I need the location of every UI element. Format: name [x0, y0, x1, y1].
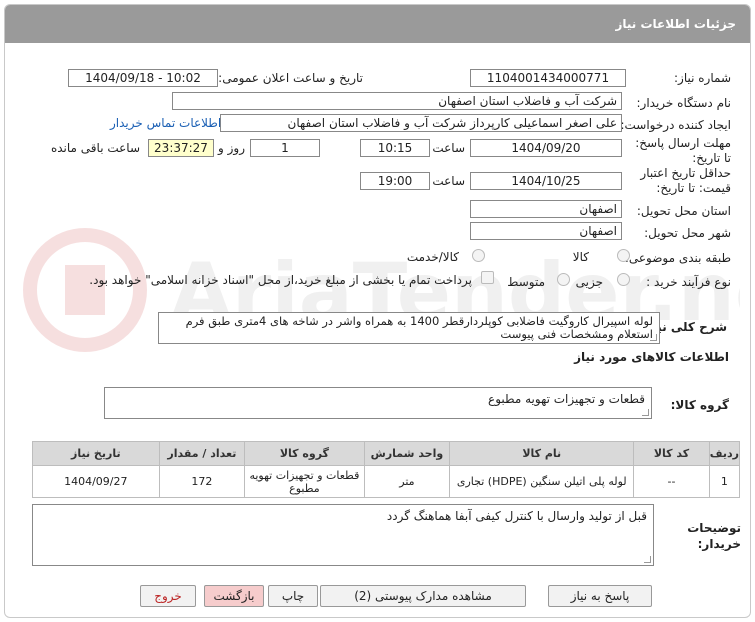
buyer-contact-link[interactable]: اطلاعات تماس خریدار [110, 116, 221, 130]
days-remaining-value: 1 [250, 139, 320, 157]
reply-time-value: 10:15 [360, 139, 430, 157]
goods-table: ردیف کد کالا نام کالا واحد شمارش گروه کا… [32, 441, 741, 498]
validity-time-label: ساعت [432, 174, 465, 188]
resize-grip-icon[interactable] [642, 409, 649, 416]
province-value: اصفهان [470, 200, 622, 218]
process-minor-radio[interactable] [617, 273, 630, 286]
resize-grip-icon[interactable] [650, 334, 657, 341]
buyer-notes-box: قبل از تولید وارسال با کنترل کیفی آبفا ه… [32, 504, 654, 566]
remaining-time-label: ساعت باقی مانده [50, 141, 140, 155]
view-attachments-button[interactable]: مشاهده مدارک پیوستی (2) [320, 585, 526, 607]
back-button[interactable]: بازگشت [204, 585, 264, 607]
category-goods-radio[interactable] [617, 249, 630, 262]
remaining-time-value: 23:37:27 [148, 139, 214, 157]
col-date: تاریخ نیاز [32, 441, 160, 466]
need-number-label: شماره نیاز: [674, 71, 731, 85]
goods-section-title: اطلاعات کالاهای مورد نیاز [574, 350, 729, 364]
col-index: ردیف [708, 441, 741, 466]
creator-value: علی اصغر اسماعیلی کارپرداز شرکت آب و فاض… [220, 114, 622, 132]
city-value: اصفهان [470, 222, 622, 240]
category-goods-service-radio[interactable] [472, 249, 485, 262]
buyer-label: نام دستگاه خریدار: [636, 96, 732, 110]
buyer-value: شرکت آب و فاضلاب استان اصفهان [172, 92, 622, 110]
panel-title: جزئیات اطلاعات نیاز [5, 5, 750, 43]
col-code: کد کالا [633, 441, 710, 466]
validity-label: حداقل تاریخ اعتبار قیمت: تا تاریخ: [640, 166, 731, 195]
validity-date-value: 1404/10/25 [470, 172, 622, 190]
col-unit: واحد شمارش [363, 441, 451, 466]
goods-group-value: قطعات و تجهیزات تهویه مطبوع [488, 392, 645, 406]
cell-group: قطعات و تجهیزات تهویه مطبوع [244, 465, 365, 498]
reply-deadline-label: مهلت ارسال پاسخ: تا تاریخ: [635, 136, 731, 165]
cell-name: لوله پلی اتیلن سنگین (HDPE) تجاری [449, 465, 635, 498]
category-label: طبقه بندی موضوعی: [624, 251, 731, 265]
announce-label: تاریخ و ساعت اعلان عمومی: [218, 71, 363, 85]
cell-unit: متر [363, 465, 451, 498]
table-row: 1 -- لوله پلی اتیلن سنگین (HDPE) تجاری م… [32, 465, 741, 498]
buyer-notes-value: قبل از تولید وارسال با کنترل کیفی آبفا ه… [386, 509, 647, 523]
description-text: لوله اسپیرال کاروگیت فاضلابی کوپلردارقطر… [158, 312, 660, 344]
treasury-payment-checkbox[interactable] [481, 271, 494, 284]
days-label: روز و [218, 141, 245, 155]
col-name: نام کالا [449, 441, 635, 466]
announce-value: 1404/09/18 - 10:02 [68, 69, 218, 87]
col-qty: تعداد / مقدار [158, 441, 246, 466]
process-label: نوع فرآیند خرید : [646, 275, 731, 289]
goods-group-box: قطعات و تجهیزات تهویه مطبوع [104, 387, 652, 419]
creator-label: ایجاد کننده درخواست: [620, 118, 731, 132]
cell-qty: 172 [158, 465, 246, 498]
cell-index: 1 [708, 465, 741, 498]
category-goods-label: کالا [572, 250, 589, 264]
province-label: استان محل تحویل: [636, 204, 731, 218]
print-button[interactable]: چاپ [268, 585, 318, 607]
city-label: شهر محل تحویل: [644, 226, 731, 240]
category-goods-service-label: کالا/خدمت [406, 250, 459, 264]
process-minor-label: جزیی [575, 275, 603, 289]
goods-group-label: گروه کالا: [670, 398, 729, 412]
treasury-payment-note: پرداخت تمام یا بخشی از مبلغ خرید،از محل … [89, 273, 472, 287]
reply-date-value: 1404/09/20 [470, 139, 622, 157]
reply-time-label: ساعت [432, 141, 465, 155]
cell-code: -- [633, 465, 710, 498]
need-number-value: 1104001434000771 [470, 69, 626, 87]
col-group: گروه کالا [244, 441, 365, 466]
description-value: لوله اسپیرال کاروگیت فاضلابی کوپلردارقطر… [185, 314, 653, 341]
exit-button[interactable]: خروج [140, 585, 196, 607]
validity-time-value: 19:00 [360, 172, 430, 190]
goods-table-header: ردیف کد کالا نام کالا واحد شمارش گروه کا… [32, 441, 741, 466]
reply-button[interactable]: پاسخ به نیاز [548, 585, 652, 607]
process-medium-radio[interactable] [557, 273, 570, 286]
resize-grip-icon[interactable] [644, 556, 651, 563]
process-medium-label: متوسط [507, 275, 545, 289]
cell-date: 1404/09/27 [32, 465, 160, 498]
buyer-notes-label: توضیحات خریدار: [687, 521, 741, 551]
